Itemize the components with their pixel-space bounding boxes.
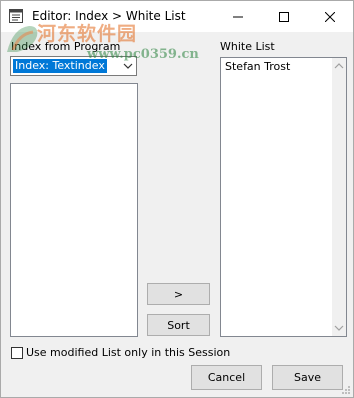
save-button[interactable]: Save xyxy=(272,365,343,390)
chevron-down-icon xyxy=(123,63,133,69)
maximize-button[interactable] xyxy=(261,1,307,32)
scroll-up-icon[interactable] xyxy=(334,62,344,70)
watermark-url: www.pc0359.cn xyxy=(87,47,199,62)
minimize-button[interactable] xyxy=(215,1,261,32)
cancel-button[interactable]: Cancel xyxy=(191,365,262,390)
editor-app-icon xyxy=(9,9,23,23)
resize-grip-icon[interactable] xyxy=(341,385,351,395)
scroll-down-icon[interactable] xyxy=(334,324,344,332)
minimize-icon xyxy=(233,16,243,17)
list-item[interactable]: Stefan Trost xyxy=(221,58,346,75)
white-list-box[interactable]: Stefan Trost xyxy=(220,57,347,337)
watermark-text: 河东软件园 xyxy=(37,23,138,45)
editor-window: Editor: Index > White List Index from Pr… xyxy=(0,0,354,398)
close-icon xyxy=(325,11,335,22)
sort-button[interactable]: Sort xyxy=(147,314,210,336)
session-only-label[interactable]: Use modified List only in this Session xyxy=(26,346,230,359)
maximize-icon xyxy=(279,11,289,22)
white-list-scrollbar[interactable] xyxy=(332,58,346,336)
close-button[interactable] xyxy=(307,1,353,32)
program-index-list[interactable] xyxy=(10,83,138,337)
add-to-white-list-button[interactable]: > xyxy=(147,283,210,305)
white-list-label: White List xyxy=(220,40,275,53)
session-only-checkbox[interactable] xyxy=(11,347,23,359)
